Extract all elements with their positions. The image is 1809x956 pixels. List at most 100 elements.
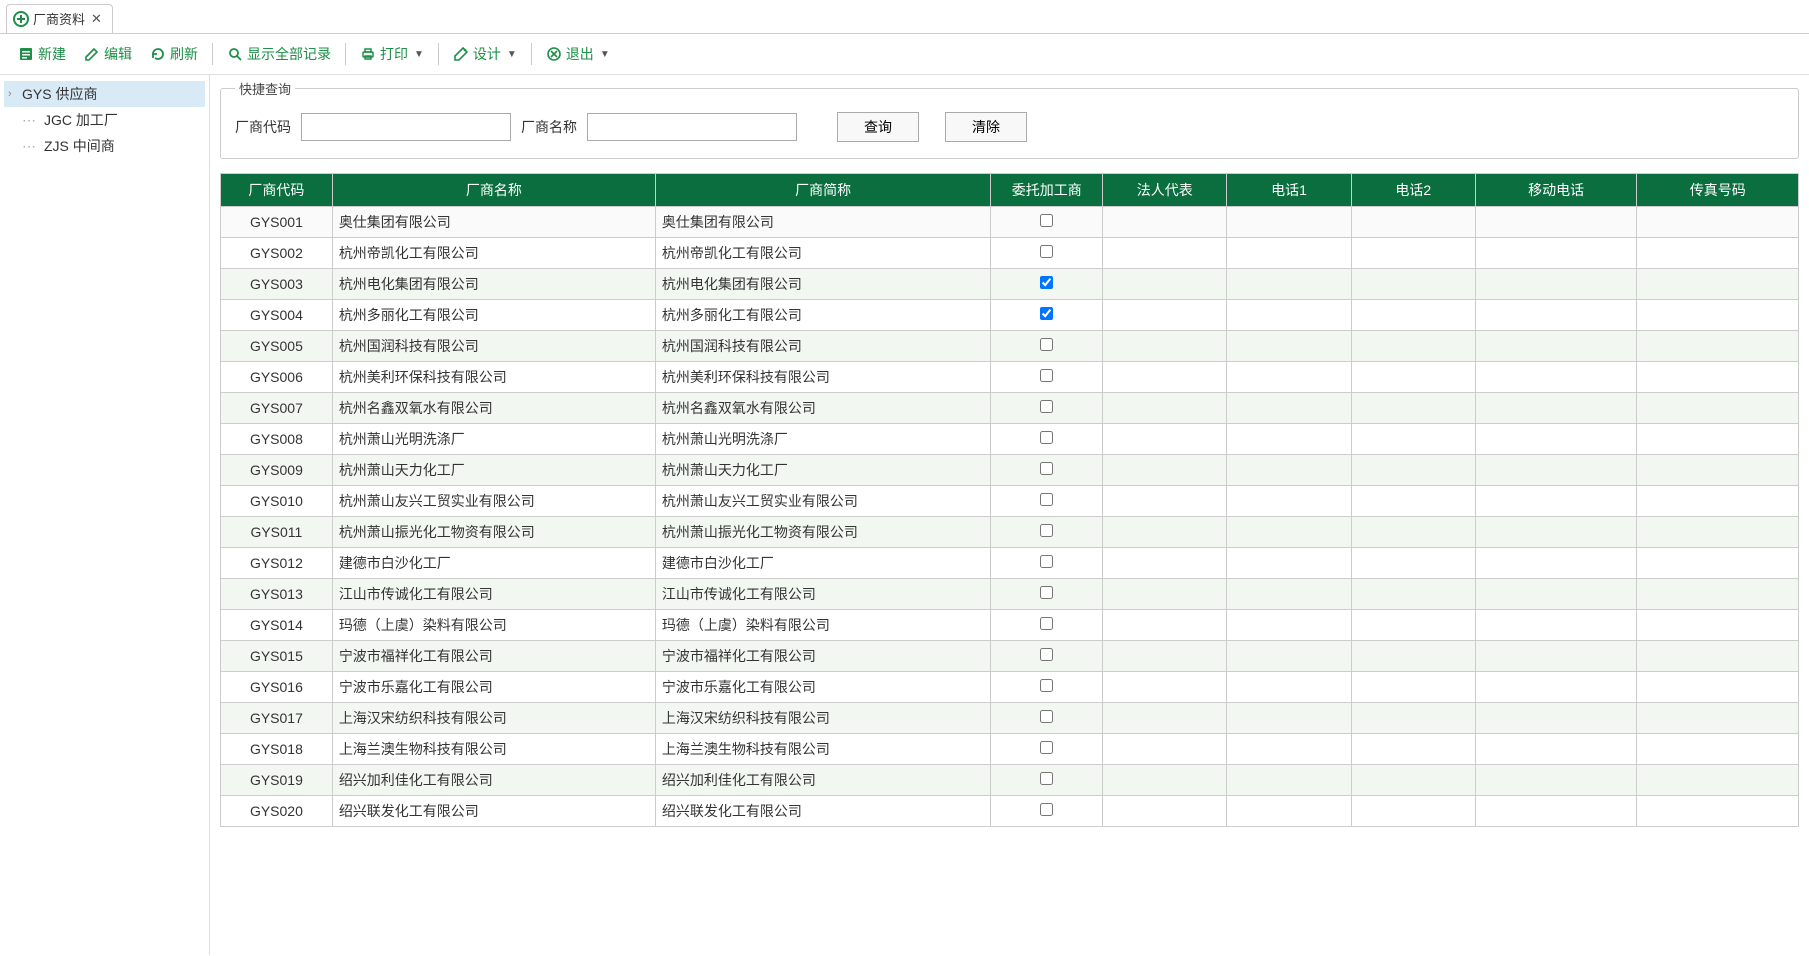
tree-item-gys[interactable]: ›GYS 供应商	[4, 81, 205, 107]
cell-oem	[991, 517, 1103, 548]
refresh-button[interactable]: 刷新	[142, 40, 206, 68]
cell-code: GYS017	[221, 703, 333, 734]
cell-oem	[991, 734, 1103, 765]
close-icon[interactable]: ✕	[89, 11, 104, 27]
cell-oem	[991, 796, 1103, 827]
cell-mobile	[1475, 734, 1637, 765]
tree-item-jgc[interactable]: JGC 加工厂	[4, 107, 205, 133]
cell-legal	[1103, 517, 1227, 548]
tree-item-zjs[interactable]: ZJS 中间商	[4, 133, 205, 159]
cell-short: 杭州多丽化工有限公司	[655, 300, 990, 331]
table-row[interactable]: GYS011杭州萧山振光化工物资有限公司杭州萧山振光化工物资有限公司	[221, 517, 1799, 548]
oem-checkbox[interactable]	[1040, 214, 1053, 227]
cell-legal	[1103, 703, 1227, 734]
toolbar-separator	[438, 43, 439, 65]
col-header[interactable]: 委托加工商	[991, 174, 1103, 207]
show-all-button[interactable]: 显示全部记录	[219, 40, 339, 68]
oem-checkbox[interactable]	[1040, 493, 1053, 506]
col-header[interactable]: 厂商简称	[655, 174, 990, 207]
col-header[interactable]: 传真号码	[1637, 174, 1799, 207]
query-button[interactable]: 查询	[837, 112, 919, 142]
tab-vendor-master[interactable]: 厂商资料 ✕	[6, 4, 113, 33]
table-row[interactable]: GYS005杭州国润科技有限公司杭州国润科技有限公司	[221, 331, 1799, 362]
col-header[interactable]: 厂商代码	[221, 174, 333, 207]
oem-checkbox[interactable]	[1040, 400, 1053, 413]
table-row[interactable]: GYS002杭州帝凯化工有限公司杭州帝凯化工有限公司	[221, 238, 1799, 269]
cell-short: 杭州电化集团有限公司	[655, 269, 990, 300]
oem-checkbox[interactable]	[1040, 462, 1053, 475]
oem-checkbox[interactable]	[1040, 431, 1053, 444]
oem-checkbox[interactable]	[1040, 245, 1053, 258]
vendor-name-input[interactable]	[587, 113, 797, 141]
oem-checkbox[interactable]	[1040, 307, 1053, 320]
cell-tel1	[1227, 548, 1351, 579]
tree-item-label: JGC 加工厂	[44, 110, 118, 130]
col-header[interactable]: 法人代表	[1103, 174, 1227, 207]
table-row[interactable]: GYS014玛德（上虞）染料有限公司玛德（上虞）染料有限公司	[221, 610, 1799, 641]
cell-tel1	[1227, 269, 1351, 300]
cell-name: 杭州帝凯化工有限公司	[332, 238, 655, 269]
vendor-table: 厂商代码 厂商名称 厂商简称 委托加工商 法人代表 电话1 电话2 移动电话 传…	[220, 173, 1799, 827]
cell-legal	[1103, 362, 1227, 393]
cell-legal	[1103, 548, 1227, 579]
cell-fax	[1637, 610, 1799, 641]
col-header[interactable]: 电话1	[1227, 174, 1351, 207]
edit-button[interactable]: 编辑	[76, 40, 140, 68]
oem-checkbox[interactable]	[1040, 555, 1053, 568]
new-button[interactable]: 新建	[10, 40, 74, 68]
oem-checkbox[interactable]	[1040, 276, 1053, 289]
table-row[interactable]: GYS009杭州萧山天力化工厂杭州萧山天力化工厂	[221, 455, 1799, 486]
oem-checkbox[interactable]	[1040, 617, 1053, 630]
oem-checkbox[interactable]	[1040, 338, 1053, 351]
table-row[interactable]: GYS012建德市白沙化工厂建德市白沙化工厂	[221, 548, 1799, 579]
table-row[interactable]: GYS010杭州萧山友兴工贸实业有限公司杭州萧山友兴工贸实业有限公司	[221, 486, 1799, 517]
chevron-right-icon[interactable]: ›	[8, 88, 18, 100]
oem-checkbox[interactable]	[1040, 803, 1053, 816]
vendor-code-input[interactable]	[301, 113, 511, 141]
col-header[interactable]: 厂商名称	[332, 174, 655, 207]
cell-code: GYS009	[221, 455, 333, 486]
oem-checkbox[interactable]	[1040, 772, 1053, 785]
cell-legal	[1103, 672, 1227, 703]
oem-checkbox[interactable]	[1040, 648, 1053, 661]
table-header-row: 厂商代码 厂商名称 厂商简称 委托加工商 法人代表 电话1 电话2 移动电话 传…	[221, 174, 1799, 207]
table-row[interactable]: GYS006杭州美利环保科技有限公司杭州美利环保科技有限公司	[221, 362, 1799, 393]
col-header[interactable]: 移动电话	[1475, 174, 1637, 207]
cell-fax	[1637, 765, 1799, 796]
table-row[interactable]: GYS019绍兴加利佳化工有限公司绍兴加利佳化工有限公司	[221, 765, 1799, 796]
col-header[interactable]: 电话2	[1351, 174, 1475, 207]
category-tree: ›GYS 供应商 JGC 加工厂 ZJS 中间商	[0, 75, 210, 955]
table-row[interactable]: GYS004杭州多丽化工有限公司杭州多丽化工有限公司	[221, 300, 1799, 331]
oem-checkbox[interactable]	[1040, 710, 1053, 723]
table-row[interactable]: GYS015宁波市福祥化工有限公司宁波市福祥化工有限公司	[221, 641, 1799, 672]
oem-checkbox[interactable]	[1040, 741, 1053, 754]
cell-mobile	[1475, 579, 1637, 610]
oem-checkbox[interactable]	[1040, 524, 1053, 537]
table-row[interactable]: GYS001奥仕集团有限公司奥仕集团有限公司	[221, 207, 1799, 238]
table-row[interactable]: GYS008杭州萧山光明洗涤厂杭州萧山光明洗涤厂	[221, 424, 1799, 455]
table-row[interactable]: GYS003杭州电化集团有限公司杭州电化集团有限公司	[221, 269, 1799, 300]
cell-fax	[1637, 424, 1799, 455]
cell-short: 杭州名鑫双氧水有限公司	[655, 393, 990, 424]
table-row[interactable]: GYS020绍兴联发化工有限公司绍兴联发化工有限公司	[221, 796, 1799, 827]
cell-tel2	[1351, 765, 1475, 796]
clear-button[interactable]: 清除	[945, 112, 1027, 142]
design-button[interactable]: 设计 ▼	[445, 40, 525, 68]
oem-checkbox[interactable]	[1040, 586, 1053, 599]
cell-mobile	[1475, 424, 1637, 455]
table-row[interactable]: GYS007杭州名鑫双氧水有限公司杭州名鑫双氧水有限公司	[221, 393, 1799, 424]
table-row[interactable]: GYS017上海汉宋纺织科技有限公司上海汉宋纺织科技有限公司	[221, 703, 1799, 734]
oem-checkbox[interactable]	[1040, 679, 1053, 692]
cell-legal	[1103, 238, 1227, 269]
cell-fax	[1637, 703, 1799, 734]
cell-tel2	[1351, 331, 1475, 362]
print-button[interactable]: 打印 ▼	[352, 40, 432, 68]
table-row[interactable]: GYS018上海兰澳生物科技有限公司上海兰澳生物科技有限公司	[221, 734, 1799, 765]
exit-button[interactable]: 退出 ▼	[538, 40, 618, 68]
cell-code: GYS011	[221, 517, 333, 548]
table-row[interactable]: GYS013江山市传诚化工有限公司江山市传诚化工有限公司	[221, 579, 1799, 610]
cell-legal	[1103, 641, 1227, 672]
table-row[interactable]: GYS016宁波市乐嘉化工有限公司宁波市乐嘉化工有限公司	[221, 672, 1799, 703]
oem-checkbox[interactable]	[1040, 369, 1053, 382]
cell-name: 建德市白沙化工厂	[332, 548, 655, 579]
